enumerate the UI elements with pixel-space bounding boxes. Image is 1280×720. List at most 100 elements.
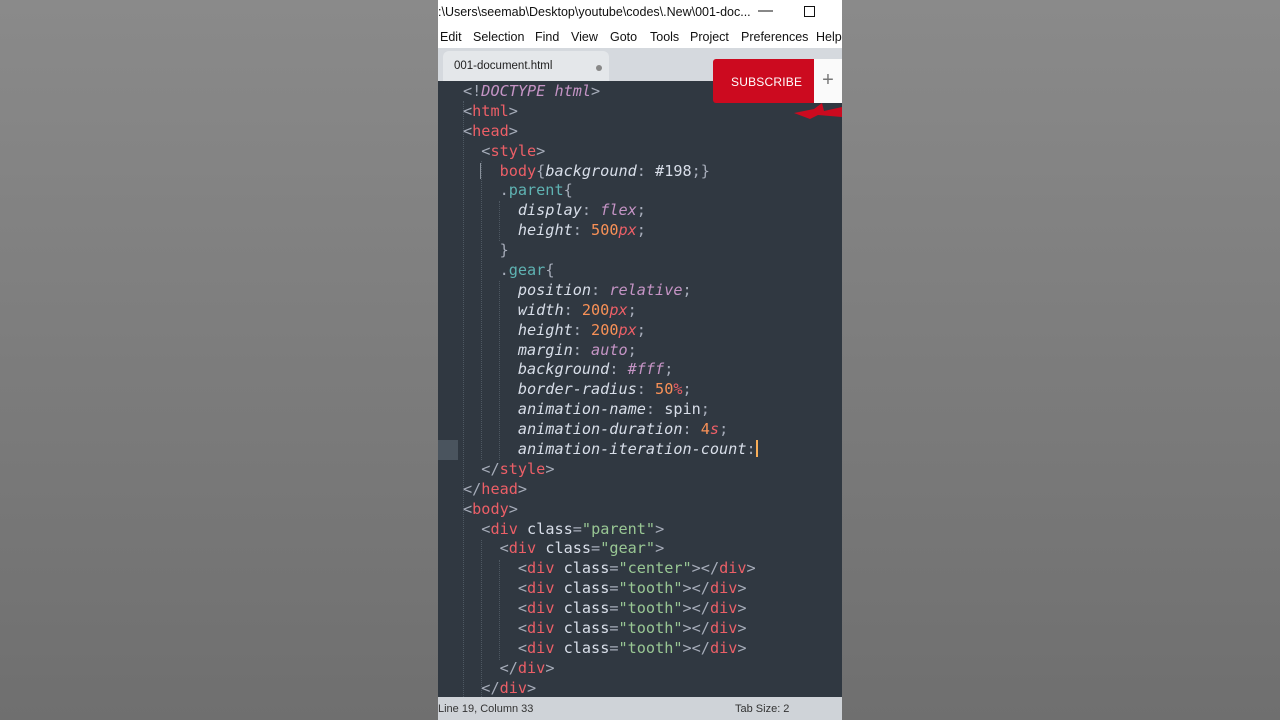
code-line[interactable]: </div> [463,679,758,699]
code-line[interactable]: <div class="gear"> [463,539,758,559]
code-token: < [517,619,528,638]
code-line[interactable]: <div class="center"></div> [463,559,758,579]
code-token: ></ [691,559,720,578]
code-token: ; [627,300,637,319]
code-token: width [517,300,564,319]
menu-selection[interactable]: Selection [473,30,524,44]
code-line[interactable]: animation-iteration-count: [463,440,758,460]
plus-icon[interactable]: + [814,59,842,103]
code-line[interactable]: </style> [463,460,758,480]
code-token: = [591,539,601,558]
code-token: > [545,658,555,677]
menu-view[interactable]: View [571,30,598,44]
code-line[interactable]: <div class="tooth"></div> [463,599,758,619]
code-token: border-radius [517,380,637,399]
code-token: > [527,678,537,697]
unsaved-dot-icon[interactable] [596,65,602,71]
code-line[interactable]: margin: auto; [463,341,758,361]
code-line[interactable]: width: 200px; [463,301,758,321]
code-line[interactable]: height: 500px; [463,221,758,241]
code-line[interactable]: <head> [463,122,758,142]
code-token: : [746,440,756,459]
menu-goto[interactable]: Goto [610,30,637,44]
code-token: display [517,201,582,220]
code-token: % [673,380,683,399]
code-line[interactable]: <div class="parent"> [463,520,758,540]
code-line[interactable]: } [463,241,758,261]
code-token: background [517,360,610,379]
code-line[interactable]: animation-name: spin; [463,400,758,420]
code-line[interactable]: <div class="tooth"></div> [463,579,758,599]
code-token: ; [636,201,646,220]
code-token: : [572,320,592,339]
code-token: ; [636,320,646,339]
menu-project[interactable]: Project [690,30,729,44]
code-line[interactable]: height: 200px; [463,321,758,341]
code-line[interactable]: animation-duration: 4s; [463,420,758,440]
code-token: { [536,161,546,180]
code-editor[interactable]: <!DOCTYPE html> <html> <head> <style> body… [438,81,842,697]
subscribe-button[interactable]: SUBSCRIBE [713,59,814,103]
file-tab[interactable]: 001-document.html [443,51,609,81]
code-token: "tooth" [618,579,683,598]
code-line[interactable]: border-radius: 50%; [463,380,758,400]
cursor-position: Line 19, Column 33 [438,703,534,715]
code-token: div [517,658,546,677]
code-token: div [508,539,537,558]
code-token: gear [508,261,546,280]
menu-edit[interactable]: Edit [440,30,462,44]
code-token: </ [499,658,518,677]
code-line[interactable]: .gear{ [463,261,758,281]
backdrop-left [0,0,438,720]
minimize-button[interactable]: — [758,2,773,19]
code-line[interactable]: <style> [463,142,758,162]
code-token: <! [463,82,482,100]
code-line[interactable]: </div> [463,659,758,679]
menu-help[interactable]: Help [816,30,842,44]
code-token: #198 [655,161,692,180]
code-text[interactable]: <!DOCTYPE html> <html> <head> <style> body… [463,82,758,699]
code-token: < [463,121,473,140]
code-token: = [572,519,582,538]
menu-find[interactable]: Find [535,30,559,44]
code-line[interactable]: </head> [463,480,758,500]
code-token: s [709,420,720,439]
code-token: div [709,619,738,638]
code-line[interactable]: <body> [463,500,758,520]
maximize-button[interactable] [804,6,815,17]
code-line[interactable]: .parent{ [463,181,758,201]
code-line[interactable]: <div class="tooth"></div> [463,619,758,639]
code-token: } [499,241,509,260]
code-token: > [517,479,528,498]
editor-window: :\Users\seemab\Desktop\youtube\codes\.Ne… [438,0,842,720]
menu-preferences[interactable]: Preferences [741,30,808,44]
code-token: < [463,101,473,120]
code-line[interactable]: body{background: #198;} [463,162,758,182]
code-token: < [517,579,528,598]
code-token: animation-iteration-count [517,440,747,459]
code-line[interactable]: display: flex; [463,201,758,221]
code-token: < [517,559,528,578]
code-token: : [682,420,701,439]
code-token: = [609,559,619,578]
menu-tools[interactable]: Tools [650,30,679,44]
tab-size-indicator[interactable]: Tab Size: 2 [735,703,789,715]
code-token: </ [463,479,482,498]
code-token: > [737,619,747,638]
code-line[interactable]: <html> [463,102,758,122]
code-line[interactable]: background: #fff; [463,360,758,380]
code-line[interactable]: position: relative; [463,281,758,301]
code-line[interactable]: <div class="tooth"></div> [463,639,758,659]
code-token: div [527,599,555,618]
window-title: :\Users\seemab\Desktop\youtube\codes\.Ne… [438,5,751,19]
